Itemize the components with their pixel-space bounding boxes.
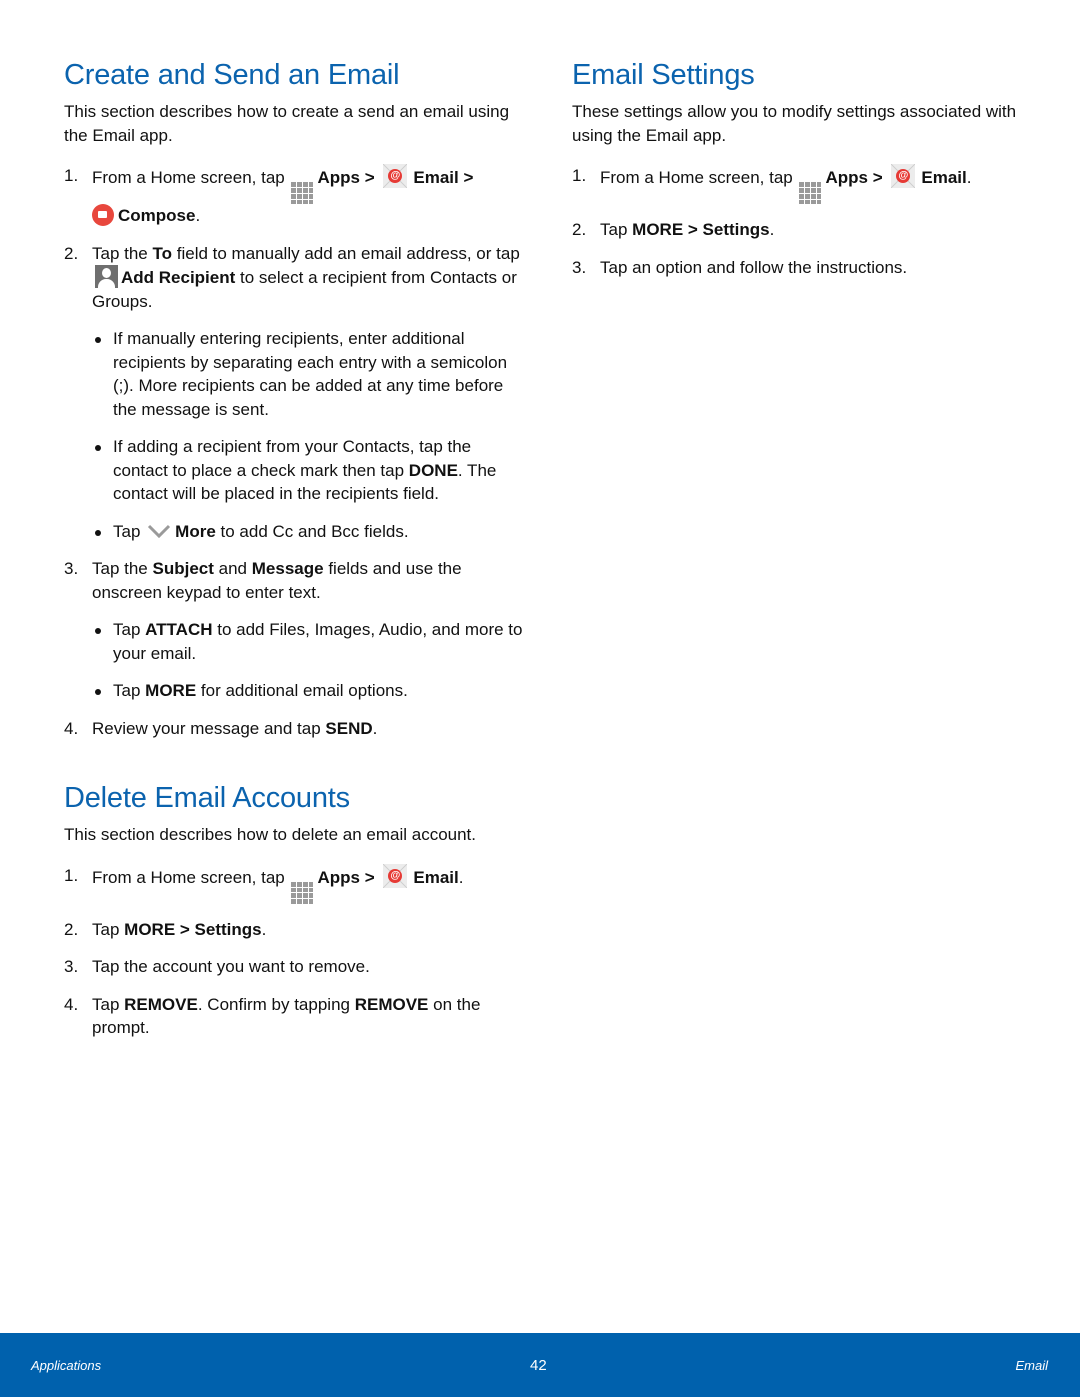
email-app-icon: @ (891, 164, 916, 188)
person-icon (95, 265, 118, 289)
step-4: 4. Tap REMOVE. Confirm by tapping REMOVE… (64, 994, 481, 1038)
email-app-icon: @ (383, 863, 408, 888)
bullet-more-options: Tap MORE for additional email options. (64, 679, 524, 703)
section-intro: This section describes how to delete an … (64, 825, 477, 844)
chevron-down-icon (148, 524, 171, 538)
apps-grid-icon (799, 182, 822, 205)
bullet-contacts: If adding a recipient from your Contacts… (64, 435, 524, 506)
bullet-dot (95, 337, 101, 344)
create-send-section: Create and Send an Email This section de… (64, 58, 524, 740)
bullet-dot (95, 689, 101, 696)
bullet-attach: Tap ATTACH to add Files, Images, Audio, … (64, 618, 524, 665)
footer-chapter: Applications (31, 1358, 102, 1373)
bullet-dot (95, 628, 101, 635)
apps-grid-icon (291, 881, 314, 904)
step-3: 3. Tap the Subject and Message fields an… (64, 559, 462, 602)
step-3: 3. Tap the account you want to remove. (64, 957, 370, 977)
step-1: 1. From a Home screen, tap Apps > @ Email… (572, 164, 1032, 205)
step-2: 2. Tap MORE > Settings. (572, 220, 775, 240)
section-title: Email Settings (572, 59, 755, 91)
section-title: Delete Email Accounts (64, 782, 350, 814)
footer-section: Email (1015, 1358, 1048, 1373)
delete-accounts-section: Delete Email Accounts This section descr… (64, 781, 524, 1040)
bullet-manual-entry: If manually entering recipients, enter a… (64, 327, 524, 421)
bullet-dot (95, 529, 101, 536)
step-3: 3. Tap an option and follow the instruct… (572, 257, 908, 277)
step-1: 1. From a Home screen, tap Apps > @ Email… (64, 863, 524, 904)
compose-icon (92, 204, 114, 227)
section-intro: These settings allow you to modify setti… (572, 102, 1017, 145)
apps-grid-icon (291, 182, 314, 205)
email-app-icon: @ (383, 164, 408, 188)
step-1: 1. From a Home screen, tap Apps > @ Email… (64, 164, 474, 227)
page-number: 42 (530, 1357, 547, 1374)
step-2: 2. Tap the To field to manually add an e… (64, 243, 520, 311)
step-2: 2. Tap MORE > Settings. (64, 919, 267, 939)
step-4: 4. Review your message and tap SEND. (64, 718, 378, 738)
section-intro: This section describes how to create a s… (64, 102, 510, 145)
section-title: Create and Send an Email (64, 59, 400, 91)
page-footer: Applications 42 Email (0, 1333, 1080, 1397)
email-settings-section: Email Settings These settings allow you … (572, 58, 1032, 279)
bullet-more: Tap More to add Cc and Bcc fields. (64, 520, 524, 544)
bullet-dot (95, 445, 101, 452)
